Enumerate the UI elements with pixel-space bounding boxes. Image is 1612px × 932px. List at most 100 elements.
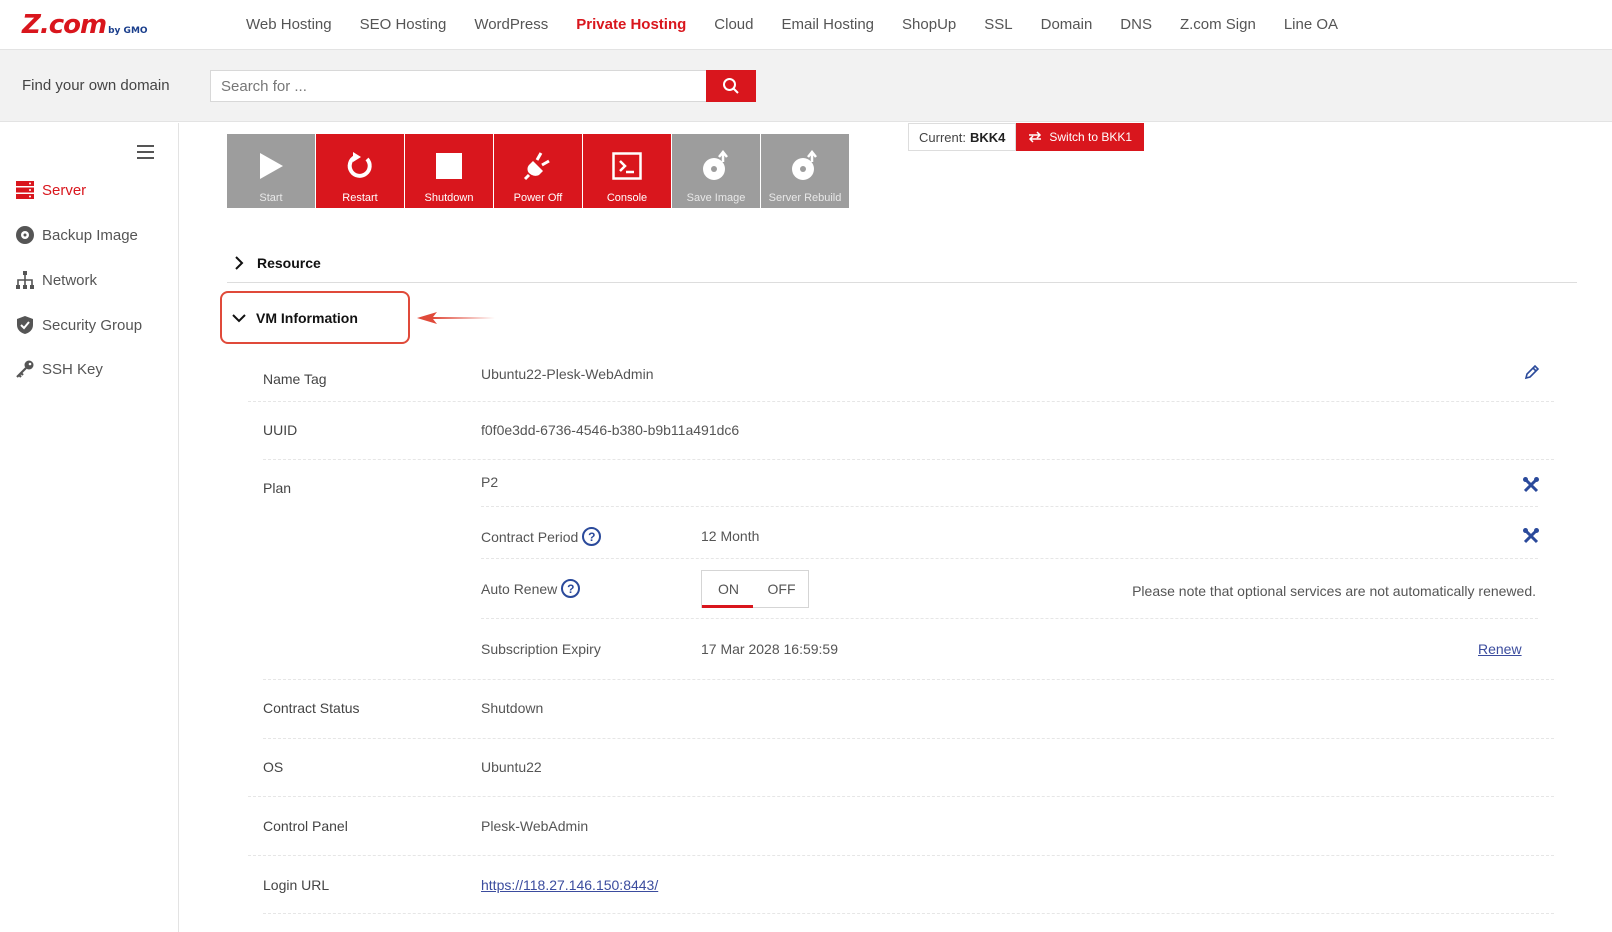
uuid-label: UUID bbox=[263, 422, 298, 438]
auto-renew-note: Please note that optional services are n… bbox=[1132, 583, 1536, 599]
auto-renew-on-option[interactable]: ON bbox=[702, 571, 755, 608]
sidebar-item-label: Security Group bbox=[42, 316, 143, 334]
sidebar-item-label: Server bbox=[42, 181, 87, 199]
row-divider bbox=[263, 459, 1554, 460]
search-button[interactable] bbox=[706, 70, 756, 102]
search-label: Find your own domain bbox=[22, 77, 170, 94]
renew-link[interactable]: Renew bbox=[1478, 641, 1522, 657]
nav-email-hosting[interactable]: Email Hosting bbox=[767, 16, 888, 33]
nav-shopup[interactable]: ShopUp bbox=[888, 16, 970, 33]
row-divider bbox=[248, 796, 1554, 797]
row-divider bbox=[263, 679, 1554, 680]
rebuild-icon bbox=[790, 146, 820, 186]
name-tag-label: Name Tag bbox=[263, 371, 327, 387]
shutdown-button[interactable]: Shutdown bbox=[405, 134, 493, 208]
nav-seo-hosting[interactable]: SEO Hosting bbox=[346, 16, 461, 33]
chevron-down-icon bbox=[232, 314, 246, 323]
wrench-tools-icon[interactable] bbox=[1522, 476, 1540, 494]
domain-search-input[interactable] bbox=[210, 70, 707, 102]
key-icon bbox=[14, 358, 36, 380]
swap-icon bbox=[1029, 131, 1042, 143]
plug-icon bbox=[523, 146, 553, 186]
console-icon bbox=[612, 146, 642, 186]
current-region: Current: BKK4 bbox=[908, 123, 1017, 151]
save-image-button[interactable]: Save Image bbox=[672, 134, 760, 208]
auto-renew-label: Auto Renew? bbox=[481, 579, 581, 598]
help-question-icon[interactable]: ? bbox=[561, 579, 581, 598]
nav-private-hosting[interactable]: Private Hosting bbox=[562, 16, 700, 33]
nav-domain[interactable]: Domain bbox=[1027, 16, 1107, 33]
subscription-expiry-label: Subscription Expiry bbox=[481, 641, 601, 657]
sidebar-item-security-group[interactable]: Security Group bbox=[14, 314, 142, 336]
sidebar-item-ssh-key[interactable]: SSH Key bbox=[14, 358, 103, 380]
row-divider bbox=[481, 618, 1538, 619]
search-icon bbox=[723, 78, 739, 94]
region-switcher: Current: BKK4 Switch to BKK1 bbox=[908, 123, 1145, 151]
contract-status-label: Contract Status bbox=[263, 700, 360, 716]
disk-icon bbox=[701, 146, 731, 186]
start-button[interactable]: Start bbox=[227, 134, 315, 208]
nav-dns[interactable]: DNS bbox=[1106, 16, 1166, 33]
sidebar-item-network[interactable]: Network bbox=[14, 269, 97, 291]
power-off-button[interactable]: Power Off bbox=[494, 134, 582, 208]
shield-icon bbox=[14, 314, 36, 336]
nav-line-oa[interactable]: Line OA bbox=[1270, 16, 1352, 33]
contract-status-value: Shutdown bbox=[481, 700, 544, 716]
sidebar: Server Backup Image Network Security Gro… bbox=[0, 123, 179, 932]
login-url-link[interactable]: https://118.27.146.150:8443/ bbox=[481, 877, 658, 893]
nav-wordpress[interactable]: WordPress bbox=[460, 16, 562, 33]
auto-renew-toggle[interactable]: ON OFF bbox=[701, 570, 809, 608]
login-url-label: Login URL bbox=[263, 877, 330, 893]
main-nav: Web Hosting SEO Hosting WordPress Privat… bbox=[232, 16, 1352, 33]
switch-region-button[interactable]: Switch to BKK1 bbox=[1016, 123, 1145, 151]
contract-period-label: Contract Period? bbox=[481, 527, 602, 546]
row-divider bbox=[481, 558, 1538, 559]
console-button[interactable]: Console bbox=[583, 134, 671, 208]
server-rebuild-button[interactable]: Server Rebuild bbox=[761, 134, 849, 208]
nav-cloud[interactable]: Cloud bbox=[700, 16, 767, 33]
sidebar-item-label: Backup Image bbox=[42, 226, 138, 244]
row-divider bbox=[248, 855, 1554, 856]
annotation-arrow-icon bbox=[417, 312, 495, 324]
edit-pencil-icon[interactable] bbox=[1524, 364, 1540, 380]
resource-section-toggle[interactable]: Resource bbox=[234, 255, 321, 271]
subscription-expiry-value: 17 Mar 2028 16:59:59 bbox=[701, 641, 838, 657]
sidebar-item-label: SSH Key bbox=[42, 360, 103, 378]
control-panel-label: Control Panel bbox=[263, 818, 348, 834]
server-icon bbox=[14, 179, 36, 201]
plan-value: P2 bbox=[481, 474, 499, 490]
play-icon bbox=[257, 146, 285, 186]
row-divider bbox=[248, 401, 1554, 402]
control-panel-value: Plesk-WebAdmin bbox=[481, 818, 589, 834]
row-divider bbox=[481, 506, 1538, 507]
sidebar-item-backup-image[interactable]: Backup Image bbox=[14, 224, 138, 246]
top-navigation-bar: Z.com by GMO Web Hosting SEO Hosting Word… bbox=[0, 0, 1612, 50]
domain-search-bar: Find your own domain bbox=[0, 50, 1612, 122]
restart-icon bbox=[345, 146, 375, 186]
vm-information-section-toggle[interactable]: VM Information bbox=[232, 310, 358, 326]
stop-icon bbox=[435, 146, 463, 186]
nav-ssl[interactable]: SSL bbox=[970, 16, 1026, 33]
restart-button[interactable]: Restart bbox=[316, 134, 404, 208]
uuid-value: f0f0e3dd-6736-4546-b380-b9b11a491dc6 bbox=[481, 422, 740, 438]
zcom-logo[interactable]: Z.com by GMO bbox=[22, 10, 148, 40]
backup-icon bbox=[14, 224, 36, 246]
sidebar-item-server[interactable]: Server bbox=[14, 179, 86, 201]
row-divider bbox=[263, 738, 1554, 739]
hamburger-menu-icon[interactable] bbox=[137, 145, 154, 163]
help-question-icon[interactable]: ? bbox=[582, 527, 602, 546]
os-value: Ubuntu22 bbox=[481, 759, 542, 775]
contract-period-value: 12 Month bbox=[701, 528, 760, 544]
server-action-toolbar: Start Restart Shutdown Power Off Console… bbox=[227, 134, 850, 208]
auto-renew-off-option[interactable]: OFF bbox=[755, 571, 808, 607]
network-icon bbox=[14, 269, 36, 291]
section-divider bbox=[227, 282, 1577, 283]
wrench-tools-icon[interactable] bbox=[1522, 527, 1540, 545]
nav-web-hosting[interactable]: Web Hosting bbox=[232, 16, 346, 33]
sidebar-item-label: Network bbox=[42, 271, 98, 289]
os-label: OS bbox=[263, 759, 284, 775]
nav-zcom-sign[interactable]: Z.com Sign bbox=[1166, 16, 1270, 33]
plan-label: Plan bbox=[263, 480, 292, 496]
chevron-right-icon bbox=[235, 256, 244, 270]
row-divider bbox=[263, 913, 1554, 914]
